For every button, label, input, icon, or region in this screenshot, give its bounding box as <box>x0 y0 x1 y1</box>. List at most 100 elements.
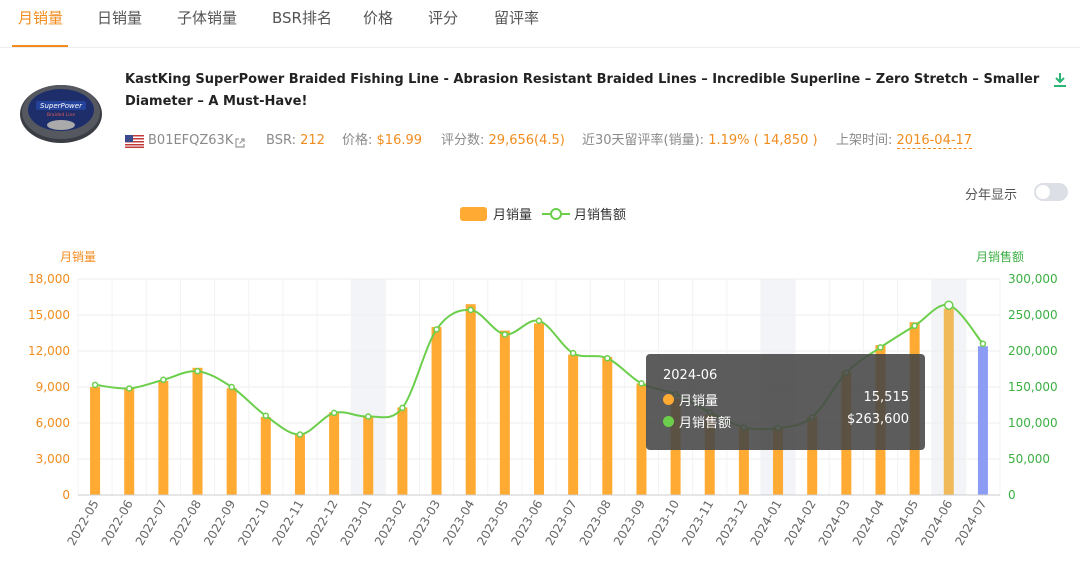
x-axis-tick-label: 2024-03 <box>816 498 853 548</box>
legend-item-monthly-sales[interactable]: 月销量 <box>460 207 532 225</box>
left-axis-tick-label: 3,000 <box>36 452 70 466</box>
review-rate-info: 近30天留评率(销量): 1.19% ( 14,850 ) <box>582 132 818 150</box>
price-value: $16.99 <box>376 133 423 148</box>
bsr-info: BSR: 212 <box>266 132 325 150</box>
line-point-monthly-revenue <box>911 322 918 330</box>
bar-monthly-sales <box>977 346 988 495</box>
x-axis-tick-label: 2022-07 <box>133 498 170 548</box>
x-axis-tick-label: 2022-06 <box>99 498 136 548</box>
product-thumbnail[interactable]: SuperPower Braided Line <box>18 80 104 144</box>
tab-variant-sales[interactable]: 子体销量 <box>177 8 237 32</box>
tab-bar: 月销量 日销量 子体销量 BSR排名 价格 评分 留评率 <box>0 0 1080 48</box>
line-point-monthly-revenue <box>160 376 167 384</box>
download-icon[interactable] <box>1051 71 1069 89</box>
x-axis-tick-label: 2023-09 <box>611 498 648 548</box>
tooltip-line-dot <box>663 416 674 427</box>
ratings-info: 评分数: 29,656(4.5) <box>441 132 565 150</box>
x-axis-tick-label: 2023-06 <box>508 498 545 548</box>
legend-bar-swatch <box>460 207 487 221</box>
x-axis-tick-label: 2024-04 <box>850 498 887 548</box>
bar-monthly-sales <box>602 357 613 495</box>
line-point-monthly-revenue <box>535 317 543 325</box>
line-point-monthly-revenue <box>467 306 474 314</box>
line-point-monthly-revenue <box>638 380 645 387</box>
year-toggle-switch[interactable] <box>1034 183 1068 201</box>
bar-monthly-sales <box>294 433 305 495</box>
active-tab-indicator <box>12 45 68 47</box>
tab-rating[interactable]: 评分 <box>428 8 458 32</box>
review-rate-value: 1.19% ( 14,850 ) <box>708 133 818 148</box>
right-axis-tick-label: 50,000 <box>1008 452 1050 466</box>
x-axis-tick-label: 2024-02 <box>782 498 819 548</box>
x-axis-tick-label: 2023-02 <box>372 498 409 548</box>
line-point-monthly-revenue <box>365 413 372 420</box>
bar-monthly-sales <box>568 354 579 495</box>
bar-monthly-sales <box>943 308 954 495</box>
x-axis-tick-label: 2024-06 <box>918 498 955 548</box>
line-point-monthly-revenue <box>501 331 509 338</box>
chart-tooltip: 2024-06 月销量 15,515 月销售额 $263,600 <box>646 354 925 450</box>
spool-sub-text: Braided Line <box>47 112 75 118</box>
bar-monthly-sales <box>534 323 544 495</box>
line-point-monthly-revenue <box>399 404 406 412</box>
tooltip-label-sales: 月销量 <box>679 394 719 409</box>
x-axis-tick-label: 2024-07 <box>952 498 989 548</box>
asin-text[interactable]: B01EFQZ63K <box>148 132 233 150</box>
bar-monthly-sales <box>90 387 101 495</box>
line-point-monthly-revenue <box>604 354 611 362</box>
x-axis-tick-label: 2022-08 <box>167 498 204 548</box>
right-axis-tick-label: 150,000 <box>1008 380 1058 394</box>
line-point-monthly-revenue <box>944 300 954 310</box>
bar-monthly-sales <box>158 381 169 495</box>
external-link-icon[interactable] <box>234 137 246 149</box>
legend-item-monthly-revenue[interactable]: 月销售额 <box>542 207 626 225</box>
left-axis-tick-label: 12,000 <box>28 344 70 358</box>
line-point-monthly-revenue <box>262 412 270 420</box>
x-axis-tick-label: 2024-01 <box>747 498 784 548</box>
bar-monthly-sales <box>226 388 237 495</box>
tab-daily-sales[interactable]: 日销量 <box>97 8 142 32</box>
left-axis-tick-label: 15,000 <box>28 308 70 322</box>
tab-bsr-rank[interactable]: BSR排名 <box>272 8 332 32</box>
left-axis-tick-label: 18,000 <box>28 272 70 286</box>
category-band <box>351 279 386 495</box>
right-axis-tick-label: 200,000 <box>1008 344 1058 358</box>
tab-price[interactable]: 价格 <box>363 8 393 32</box>
review-rate-label: 近30天留评率(销量): <box>582 133 705 148</box>
left-axis-title: 月销量 <box>60 250 96 264</box>
listed-date-value[interactable]: 2016-04-17 <box>896 133 973 149</box>
bar-monthly-sales <box>192 367 203 495</box>
bar-monthly-sales <box>465 304 476 495</box>
x-axis-tick-label: 2023-07 <box>543 498 580 548</box>
x-axis-tick-label: 2023-10 <box>645 498 682 548</box>
right-axis-tick-label: 300,000 <box>1008 272 1058 286</box>
listed-date-label: 上架时间: <box>836 133 893 148</box>
left-axis-tick-label: 0 <box>62 488 70 502</box>
line-point-monthly-revenue <box>194 367 201 375</box>
tab-review-rate[interactable]: 留评率 <box>494 8 539 32</box>
x-axis-tick-label: 2024-05 <box>884 498 921 548</box>
line-point-monthly-revenue <box>228 383 235 391</box>
line-point-monthly-revenue <box>296 431 304 438</box>
x-axis-tick-label: 2023-01 <box>338 498 375 548</box>
x-axis-tick-label: 2022-09 <box>201 498 238 548</box>
right-axis-tick-label: 250,000 <box>1008 308 1058 322</box>
left-axis-tick-label: 6,000 <box>36 416 70 430</box>
bar-monthly-sales <box>363 415 374 495</box>
x-axis-tick-label: 2023-11 <box>679 498 716 548</box>
right-axis-title: 月销售额 <box>976 249 1024 264</box>
spool-brand-text: SuperPower <box>40 102 83 110</box>
product-title[interactable]: KastKing SuperPower Braided Fishing Line… <box>125 69 1040 113</box>
x-axis-tick-label: 2022-11 <box>269 498 306 548</box>
x-axis-tick-label: 2022-12 <box>304 498 341 548</box>
bar-monthly-sales <box>329 412 340 495</box>
tab-monthly-sales[interactable]: 月销量 <box>18 8 63 32</box>
ratings-value: 29,656(4.5) <box>488 133 565 148</box>
line-point-monthly-revenue <box>91 381 99 389</box>
x-axis-tick-label: 2023-12 <box>713 498 750 548</box>
bsr-label: BSR: <box>266 133 296 148</box>
bsr-value: 212 <box>300 133 325 148</box>
bar-monthly-sales <box>431 327 442 495</box>
x-axis-tick-label: 2023-03 <box>406 498 443 548</box>
x-axis-tick-label: 2022-10 <box>235 498 272 548</box>
